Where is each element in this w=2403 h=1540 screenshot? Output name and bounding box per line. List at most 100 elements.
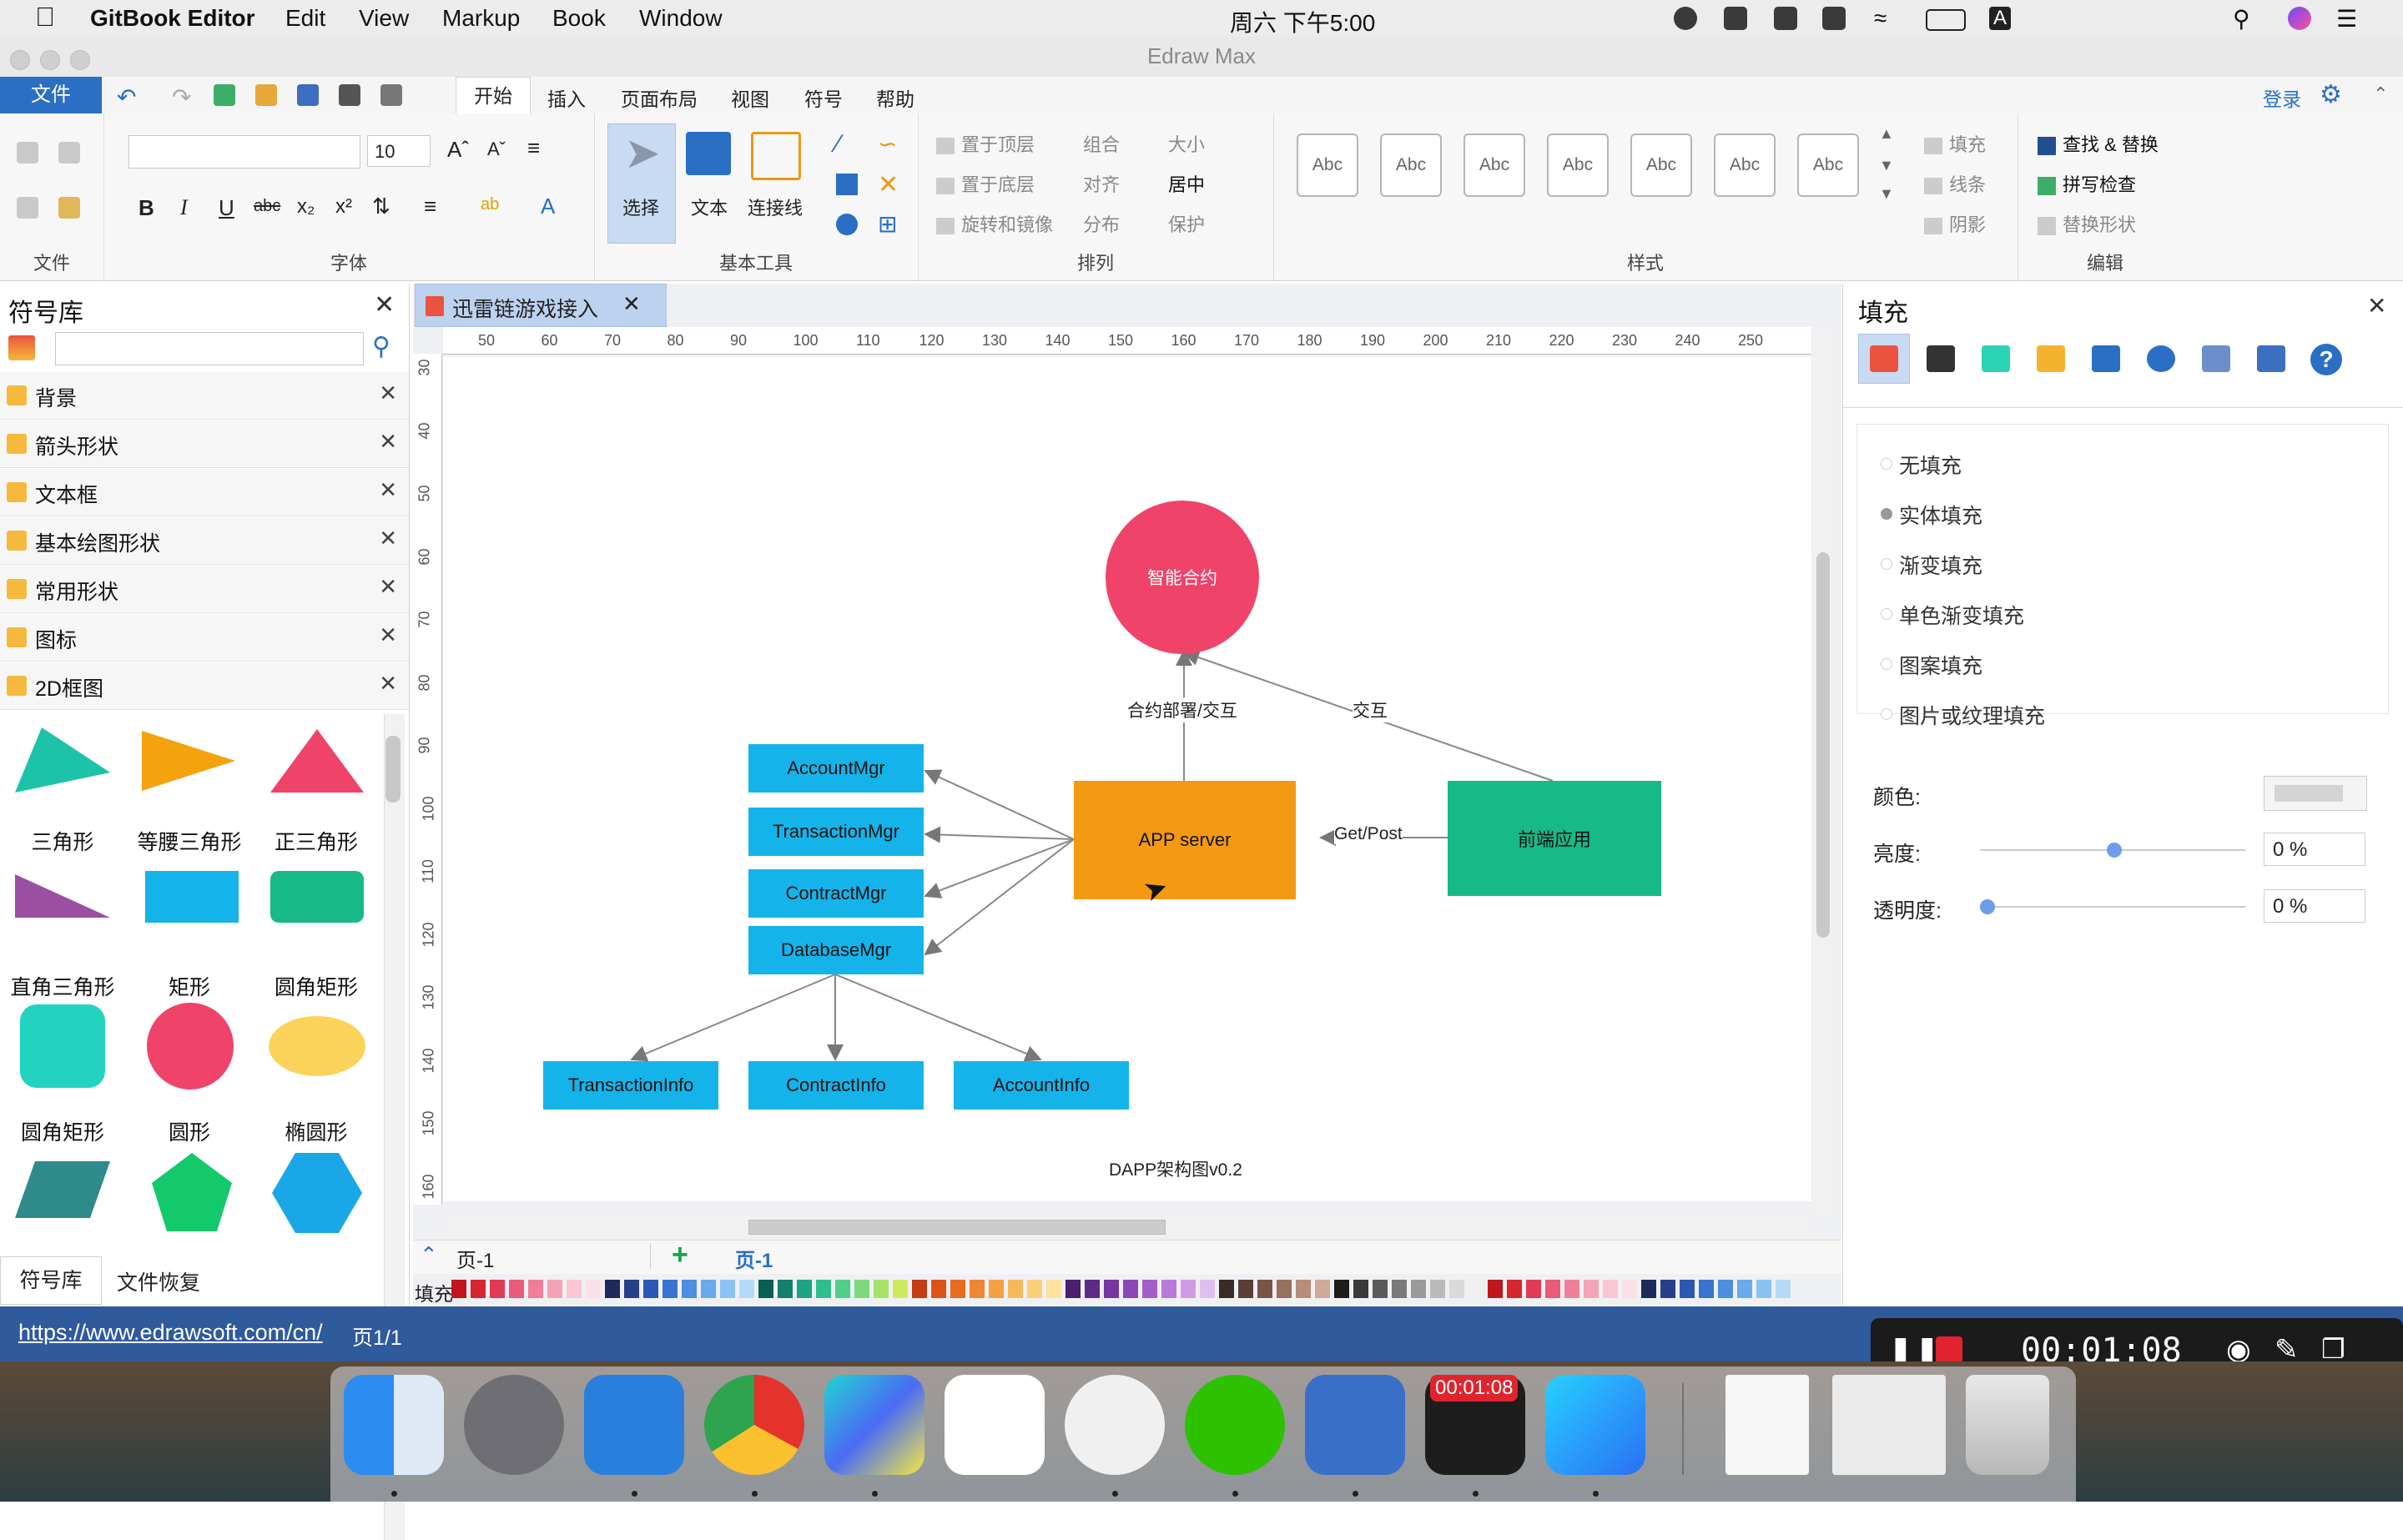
superscript-button[interactable]: x² xyxy=(335,195,352,219)
library-picker-icon[interactable] xyxy=(8,335,35,360)
send-to-back-button[interactable]: 置于底层 xyxy=(936,170,1035,197)
color-swatch[interactable] xyxy=(1564,1280,1579,1298)
color-swatch[interactable] xyxy=(1584,1280,1599,1298)
fill-option-pattern[interactable]: 图案填充 xyxy=(1881,650,1982,680)
diagram-caption[interactable]: DAPP架构图v0.2 xyxy=(1109,1156,1242,1181)
vue-tray-icon[interactable] xyxy=(1774,7,1797,30)
library-category-arrows[interactable]: 箭头形状 ✕ xyxy=(0,420,409,468)
node-account-info[interactable]: AccountInfo xyxy=(954,1061,1129,1110)
size-button[interactable]: 大小 xyxy=(1168,130,1205,157)
tab-insert[interactable]: 插入 xyxy=(547,83,586,112)
tab-home[interactable]: 开始 xyxy=(456,77,531,114)
menu-view[interactable]: View xyxy=(359,5,409,32)
color-swatch[interactable] xyxy=(1718,1280,1733,1298)
menu-window[interactable]: Window xyxy=(639,5,723,32)
shadow-style-icon[interactable] xyxy=(2037,345,2065,372)
quick-print-icon[interactable] xyxy=(339,84,360,106)
category-close-icon[interactable]: ✕ xyxy=(379,671,397,697)
color-swatch[interactable] xyxy=(739,1280,754,1298)
shadow-button[interactable]: 阴影 xyxy=(1924,210,1986,237)
library-category-common-shapes[interactable]: 常用形状 ✕ xyxy=(0,566,409,613)
color-swatch[interactable] xyxy=(1468,1280,1484,1298)
add-page-button[interactable]: + xyxy=(672,1239,688,1271)
settings-gear-icon[interactable]: ⚙ xyxy=(2320,80,2342,109)
bold-button[interactable]: B xyxy=(139,195,154,221)
color-swatch[interactable] xyxy=(1680,1280,1695,1298)
node-contract-mgr[interactable]: ContractMgr xyxy=(748,869,924,918)
node-frontend[interactable]: 前端应用 xyxy=(1448,781,1661,896)
color-swatch[interactable] xyxy=(1104,1280,1119,1298)
symbol-library-close-icon[interactable]: ✕ xyxy=(374,290,395,320)
edge-server-accountmgr[interactable] xyxy=(924,769,1075,840)
copy-icon[interactable] xyxy=(17,197,38,219)
style-sample-4[interactable]: Abc xyxy=(1547,133,1609,197)
color-swatch[interactable] xyxy=(1046,1280,1061,1298)
edge-server-contractmgr[interactable] xyxy=(924,838,1075,898)
protect-button[interactable]: 保护 xyxy=(1168,210,1205,237)
chrome-icon[interactable] xyxy=(704,1375,804,1475)
style-more-icon[interactable]: ▼ xyxy=(1879,185,1894,203)
strikethrough-button[interactable]: abc xyxy=(254,197,280,216)
library-tab-file-recovery[interactable]: 文件恢复 xyxy=(117,1266,200,1296)
page-tab-1[interactable]: 页-1 xyxy=(735,1244,773,1273)
color-swatch[interactable] xyxy=(1776,1280,1791,1298)
format-painter-icon[interactable] xyxy=(58,142,80,164)
shape-right-triangle[interactable] xyxy=(15,874,110,918)
style-scroll-up-icon[interactable]: ▲ xyxy=(1879,125,1894,143)
brightness-slider-handle[interactable] xyxy=(2107,843,2122,858)
color-swatch[interactable] xyxy=(1507,1280,1522,1298)
style-sample-5[interactable]: Abc xyxy=(1630,133,1692,197)
document-tab[interactable]: 迅雷链游戏接入 ✕ xyxy=(415,284,667,327)
style-sample-7[interactable]: Abc xyxy=(1797,133,1859,197)
library-category-2d-block[interactable]: 2D框图 ✕ xyxy=(0,662,409,710)
menu-app-name[interactable]: GitBook Editor xyxy=(90,5,255,32)
xcode-simulator-icon[interactable] xyxy=(584,1375,684,1475)
replace-shape-button[interactable]: 替换形状 xyxy=(2038,210,2136,237)
color-swatch[interactable] xyxy=(1008,1280,1023,1298)
category-close-icon[interactable]: ✕ xyxy=(379,429,397,455)
library-tab-symbols[interactable]: 符号库 xyxy=(0,1256,102,1305)
font-color-icon[interactable]: A xyxy=(541,194,555,219)
spotlight-icon[interactable]: ⚲ xyxy=(2233,5,2250,33)
gitbook-icon[interactable] xyxy=(1065,1375,1165,1475)
color-swatch[interactable] xyxy=(1526,1280,1541,1298)
finder-icon[interactable] xyxy=(344,1375,444,1475)
attachment-icon[interactable] xyxy=(2202,345,2230,372)
color-swatch[interactable] xyxy=(1488,1280,1503,1298)
node-transaction-info[interactable]: TransactionInfo xyxy=(543,1061,718,1110)
tab-view[interactable]: 视图 xyxy=(731,83,769,112)
shape-color-icon[interactable] xyxy=(1982,345,2010,372)
wifi-icon[interactable]: ≈ xyxy=(1874,5,1887,32)
distribute-button[interactable]: 分布 xyxy=(1083,210,1120,237)
fill-option-solid[interactable]: 实体填充 xyxy=(1881,500,1982,530)
stop-recording-button[interactable] xyxy=(1936,1336,1962,1363)
transparency-slider-handle[interactable] xyxy=(1980,899,1995,914)
text-tool-icon[interactable] xyxy=(686,132,731,175)
node-app-server[interactable]: APP server xyxy=(1074,781,1296,899)
color-swatch[interactable] xyxy=(912,1280,927,1298)
color-swatch[interactable] xyxy=(1123,1280,1138,1298)
color-swatch[interactable] xyxy=(1699,1280,1714,1298)
style-sample-3[interactable]: Abc xyxy=(1463,133,1525,197)
library-category-icons[interactable]: 图标 ✕ xyxy=(0,614,409,662)
shape-equilateral-triangle[interactable] xyxy=(270,729,364,793)
fill-color-strip[interactable] xyxy=(451,1278,1836,1300)
quick-export-icon[interactable] xyxy=(380,84,402,106)
color-swatch[interactable] xyxy=(1219,1280,1234,1298)
line-button[interactable]: 线条 xyxy=(1924,170,1986,197)
library-category-textbox[interactable]: 文本框 ✕ xyxy=(0,469,409,516)
color-swatch[interactable] xyxy=(854,1280,869,1298)
italic-button[interactable]: I xyxy=(180,195,188,220)
edge-label-interact[interactable]: 交互 xyxy=(1353,697,1388,722)
rectangle-tool-icon[interactable] xyxy=(836,174,858,195)
color-swatch[interactable] xyxy=(797,1280,812,1298)
color-swatch[interactable] xyxy=(624,1280,639,1298)
page-properties-icon[interactable] xyxy=(2092,345,2120,372)
downloads-stack-icon[interactable] xyxy=(1832,1375,1946,1475)
style-sample-1[interactable]: Abc xyxy=(1297,133,1358,197)
shape-ellipse[interactable] xyxy=(269,1016,365,1076)
webstorm-icon[interactable] xyxy=(824,1375,924,1475)
color-swatch[interactable] xyxy=(682,1280,697,1298)
color-swatch[interactable] xyxy=(893,1280,908,1298)
quick-save-icon[interactable] xyxy=(297,84,319,106)
